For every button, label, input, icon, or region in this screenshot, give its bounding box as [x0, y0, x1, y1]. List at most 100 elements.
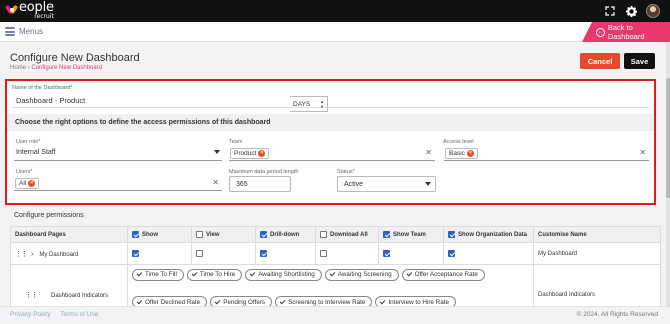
configure-permissions-title: Configure permissions	[14, 212, 84, 219]
indicator-pill[interactable]: Awaiting Screening	[324, 268, 399, 281]
indicator-pill[interactable]: Offer Acceptance Rate	[401, 268, 485, 281]
users-chip-label: All	[19, 180, 27, 187]
terms-of-use-link[interactable]: Terms of Use	[60, 311, 98, 318]
team-chip: Product ✕	[230, 148, 270, 159]
show-team-cell	[378, 242, 444, 265]
show-cell	[127, 242, 192, 265]
checkbox-drilldown-all[interactable]	[260, 230, 267, 238]
max-period-label: Maximum data period length	[229, 169, 299, 175]
check-icon	[191, 270, 198, 277]
team-select[interactable]: Product ✕ ✕	[229, 146, 435, 161]
footer-links: Privacy Policy Terms of Use	[10, 311, 106, 318]
privacy-policy-link[interactable]: Privacy Policy	[10, 311, 50, 318]
col-show-team: Show Team	[378, 226, 444, 243]
access-level-label: Access level	[443, 139, 474, 145]
checkbox-show[interactable]	[132, 249, 139, 257]
col-dashboard-pages: Dashboard Pages	[10, 226, 128, 243]
logo-mark-icon	[4, 4, 19, 16]
page-cell: ⋮⋮ › My Dashboard	[10, 242, 128, 265]
download-cell	[315, 242, 379, 265]
col-drilldown: Drill-down	[255, 226, 316, 243]
checkbox-show-team[interactable]	[383, 249, 390, 257]
col-show: Show	[127, 226, 192, 243]
checkbox-download-all[interactable]	[320, 230, 327, 238]
gear-icon[interactable]	[625, 5, 637, 17]
checkbox-download[interactable]	[320, 249, 327, 257]
page-name: Dashboard Indicators	[51, 292, 109, 299]
remove-chip-icon[interactable]: ✕	[28, 180, 36, 187]
access-level-select[interactable]: Basic ✕ ✕	[444, 146, 649, 161]
checkbox-view[interactable]	[196, 249, 203, 257]
users-chip: All ✕	[15, 178, 40, 189]
status-value: Active	[344, 181, 364, 188]
fullscreen-icon[interactable]	[604, 5, 616, 17]
access-permissions-heading: Choose the right options to define the a…	[7, 114, 654, 131]
col-customise-name: Customise Name	[533, 226, 661, 243]
spinner-arrows-icon[interactable]: ▲ ▼	[320, 99, 324, 109]
indicator-pill[interactable]: Awaiting Shortlisting	[245, 268, 322, 281]
col-view: View	[191, 226, 256, 243]
show-org-cell	[443, 242, 534, 265]
page-footer: Privacy Policy Terms of Use © 2024. All …	[0, 306, 670, 324]
caret-down-icon	[214, 150, 220, 154]
menus-label[interactable]: Menus	[19, 27, 43, 36]
save-button[interactable]: Save	[624, 53, 655, 69]
clear-icon[interactable]: ✕	[425, 148, 432, 157]
checkbox-show-org-all[interactable]	[448, 230, 455, 238]
team-chip-label: Product	[234, 150, 257, 157]
user-role-select[interactable]: Internal Staff	[14, 146, 222, 161]
dashboard-name-label: Name of the Dashboard*	[12, 85, 73, 91]
copyright-text: © 2024. All Rights Reserved	[576, 311, 658, 318]
page-scrollbar[interactable]	[666, 42, 670, 306]
menu-icon[interactable]	[5, 27, 15, 36]
user-avatar[interactable]	[646, 4, 660, 18]
page-title: Configure New Dashboard	[10, 52, 140, 64]
indicator-pill[interactable]: Time To Fill	[132, 268, 184, 281]
col-download-all: Download All	[315, 226, 379, 243]
access-level-chip: Basic ✕	[445, 148, 478, 159]
back-to-dashboard-button[interactable]: ← Back to Dashboard	[582, 22, 670, 42]
clear-icon[interactable]: ✕	[639, 148, 646, 157]
dashboard-settings-form: Name of the Dashboard* Dashboard - Produ…	[5, 79, 656, 205]
checkbox-show-team-all[interactable]	[383, 230, 390, 238]
dashboard-name-underline	[13, 107, 649, 108]
table-row: ⋮⋮ › My Dashboard My Dashboard	[10, 242, 661, 265]
drilldown-cell	[255, 242, 316, 265]
check-icon	[214, 298, 221, 304]
checkbox-show-org[interactable]	[448, 249, 455, 257]
remove-chip-icon[interactable]: ✕	[466, 150, 474, 157]
cancel-button[interactable]: Cancel	[580, 53, 620, 69]
status-label: Status*	[337, 169, 355, 175]
caret-down-icon	[425, 182, 431, 186]
arrow-left-icon: ←	[596, 27, 605, 37]
check-icon	[136, 270, 143, 277]
team-label: Team	[229, 139, 243, 145]
scrollbar-thumb[interactable]	[666, 78, 670, 198]
max-period-value: 365	[236, 181, 248, 188]
drag-handle-icon[interactable]: ⋮⋮	[25, 291, 38, 299]
app-logo[interactable]: eople recruit	[4, 1, 54, 21]
period-unit-select[interactable]: DAYS ▲ ▼	[290, 96, 328, 112]
status-select[interactable]: Active	[337, 176, 436, 192]
period-unit-value: DAYS	[293, 101, 311, 108]
users-select[interactable]: All ✕ ✕	[14, 176, 222, 191]
top-icons	[604, 3, 660, 19]
breadcrumb-home[interactable]: Home	[10, 65, 26, 71]
drag-handle-icon[interactable]: ⋮⋮	[15, 250, 28, 258]
checkbox-show-all[interactable]	[132, 230, 139, 238]
page-name: My Dashboard	[39, 251, 79, 258]
indicator-pill[interactable]: Time To Hire	[186, 268, 243, 281]
custom-name-cell[interactable]: My Dashboard	[533, 242, 661, 265]
checkbox-drilldown[interactable]	[260, 249, 267, 257]
dashboard-name-input[interactable]: Dashboard - Product	[16, 96, 85, 105]
back-to-dashboard-label: Back to Dashboard	[607, 23, 645, 41]
max-period-input[interactable]: 365	[229, 176, 291, 192]
logo-subtext: recruit	[34, 13, 54, 20]
checkbox-view-all[interactable]	[196, 230, 203, 238]
remove-chip-icon[interactable]: ✕	[258, 150, 266, 157]
breadcrumb-current: Configure New Dashboard	[31, 65, 103, 71]
clear-icon[interactable]: ✕	[212, 178, 219, 187]
users-label: Users*	[16, 169, 33, 175]
view-cell	[191, 242, 256, 265]
chevron-right-icon[interactable]: ›	[31, 251, 33, 258]
